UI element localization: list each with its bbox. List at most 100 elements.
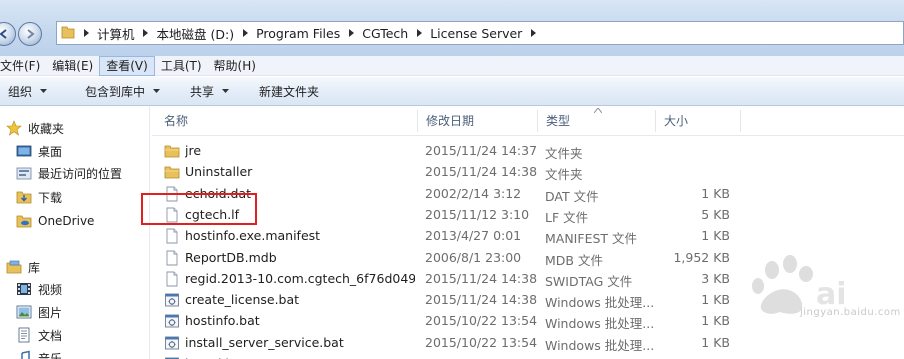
nav-pictures-label: 图片: [38, 305, 63, 320]
breadcrumb-cgtech[interactable]: CGTech: [358, 26, 412, 41]
folder-icon: [164, 143, 180, 159]
column-header-size[interactable]: 大小: [656, 106, 740, 136]
column-header-date[interactable]: 修改日期: [418, 106, 538, 136]
file-row[interactable]: jre 2015/11/24 14:37 文件夹: [152, 141, 904, 162]
column-divider[interactable]: [740, 110, 741, 132]
nav-music[interactable]: 音乐: [16, 347, 62, 359]
address-bar[interactable]: 计算机 本地磁盘 (D:) Program Files CGTech Licen…: [56, 21, 904, 45]
music-icon: [16, 350, 32, 359]
nav-libraries-label: 库: [28, 260, 41, 275]
menu-file[interactable]: 文件(F): [0, 56, 46, 76]
desktop-icon: [16, 143, 32, 159]
recent-places-icon: [16, 165, 32, 181]
file-size: 5 KB: [701, 206, 730, 222]
file-icon: [164, 271, 180, 287]
file-size: 1,952 KB: [673, 249, 730, 265]
file-name: ReportDB.mdb: [185, 249, 277, 265]
menu-edit[interactable]: 编辑(E): [46, 56, 99, 76]
file-icon: [164, 228, 180, 244]
breadcrumb-license-server[interactable]: License Server: [426, 26, 526, 41]
include-in-library-button[interactable]: 包含到库中: [77, 77, 168, 106]
command-bar: 组织 包含到库中 共享 新建文件夹: [0, 77, 904, 106]
file-type: DAT 文件: [545, 188, 599, 204]
menu-tools[interactable]: 工具(T): [155, 56, 208, 76]
file-name: create_license.bat: [185, 292, 300, 308]
downloads-folder-icon: [16, 189, 32, 205]
highlight-annotation: [141, 193, 257, 225]
back-arrow-icon: [0, 29, 7, 39]
file-row[interactable]: regid.2013-10.com.cgtech_6f76d049-... 201…: [152, 269, 904, 290]
breadcrumb-separator-icon[interactable]: [344, 22, 358, 44]
nav-desktop[interactable]: 桌面: [16, 140, 62, 162]
file-row[interactable]: ReportDB.mdb 2006/8/1 23:00 MDB 文件 1,952 KB: [152, 248, 904, 269]
nav-downloads[interactable]: 下载: [16, 186, 62, 208]
nav-pictures[interactable]: 图片: [16, 301, 62, 323]
file-list: 名称 修改日期 类型 大小 jre 2015/11/24 14:37 文件夹 Unin…: [152, 106, 904, 359]
file-name: jre: [185, 143, 202, 158]
breadcrumb-separator-icon[interactable]: [412, 22, 426, 44]
organize-button[interactable]: 组织: [0, 77, 55, 106]
chevron-down-icon: [153, 89, 161, 93]
file-row[interactable]: create_license.bat 2015/11/24 14:38 Window…: [152, 290, 904, 311]
breadcrumb-local-disk[interactable]: 本地磁盘 (D:): [153, 24, 239, 43]
folder-icon: [61, 24, 75, 43]
nav-desktop-label: 桌面: [38, 144, 63, 159]
breadcrumb-separator-icon[interactable]: [139, 22, 153, 44]
file-row[interactable]: hostinfo.bat 2015/10/22 13:54 Windows 批处理.…: [152, 311, 904, 332]
nav-recent[interactable]: 最近访问的位置: [16, 162, 122, 184]
file-type: SWIDTAG 文件: [545, 273, 633, 289]
file-icon: [164, 250, 180, 266]
breadcrumb-computer[interactable]: 计算机: [93, 24, 139, 43]
file-type: LF 文件: [545, 209, 589, 225]
file-row[interactable]: Uninstaller 2015/11/24 14:38 文件夹: [152, 162, 904, 183]
back-button[interactable]: [0, 22, 16, 46]
column-header-name[interactable]: 名称: [156, 106, 418, 136]
file-type: Windows 批处理...: [545, 316, 655, 332]
file-size: 1 KB: [701, 228, 730, 244]
nav-documents-label: 文档: [38, 328, 63, 343]
new-folder-button[interactable]: 新建文件夹: [251, 77, 327, 106]
breadcrumb-program-files[interactable]: Program Files: [252, 26, 344, 41]
libraries-icon: [6, 259, 22, 275]
file-row[interactable]: lmgrd.bat2015/10/22 13:54Windows 批处理...1…: [152, 354, 904, 359]
file-date: 2015/11/24 14:38: [425, 292, 538, 308]
share-button[interactable]: 共享: [182, 77, 237, 106]
nav-onedrive[interactable]: OneDrive: [16, 210, 94, 232]
file-type: 文件夹: [545, 146, 583, 161]
file-size: 1 KB: [701, 334, 730, 350]
file-row[interactable]: cgtech.lf 2015/11/12 3:10 LF 文件 5 KB: [152, 205, 904, 226]
share-label: 共享: [190, 84, 215, 99]
nav-videos[interactable]: 视频: [16, 278, 62, 300]
organize-label: 组织: [8, 84, 33, 99]
file-type: Windows 批处理...: [545, 295, 655, 311]
breadcrumb-separator-icon[interactable]: [79, 22, 93, 44]
menu-view[interactable]: 查看(V): [99, 56, 155, 76]
file-date: 2015/11/24 14:38: [425, 164, 538, 180]
file-name: hostinfo.bat: [185, 313, 260, 329]
file-size: 1 KB: [701, 313, 730, 329]
file-row[interactable]: hostinfo.exe.manifest 2013/4/27 0:01 MANIF…: [152, 226, 904, 247]
nav-libraries[interactable]: 库: [6, 256, 40, 278]
file-name: regid.2013-10.com.cgtech_6f76d049-...: [185, 270, 415, 286]
column-header-type[interactable]: 类型: [538, 106, 656, 136]
file-row[interactable]: echoid.dat 2002/2/14 3:12 DAT 文件 1 KB: [152, 184, 904, 205]
star-icon: [6, 120, 22, 136]
nav-documents[interactable]: 文档: [16, 324, 62, 346]
breadcrumb-separator-icon[interactable]: [238, 22, 252, 44]
nav-favorites-label: 收藏夹: [28, 121, 65, 136]
video-icon: [16, 281, 32, 297]
folder-icon: [164, 164, 180, 180]
forward-button[interactable]: [18, 22, 42, 46]
nav-downloads-label: 下载: [38, 190, 63, 205]
file-row[interactable]: install_server_service.bat 2015/10/22 13:…: [152, 333, 904, 354]
menu-help[interactable]: 帮助(H): [208, 56, 262, 76]
file-type: MANIFEST 文件: [545, 231, 638, 247]
nav-videos-label: 视频: [38, 282, 63, 297]
breadcrumb-separator-icon[interactable]: [526, 22, 540, 44]
file-size: 1 KB: [701, 292, 730, 308]
navigation-pane: 收藏夹 桌面 最近访问的位置 下载 OneDrive 库 视频 图片 文档 音乐: [0, 106, 150, 359]
file-name: install_server_service.bat: [185, 334, 344, 350]
file-name: hostinfo.exe.manifest: [185, 228, 321, 244]
nav-favorites[interactable]: 收藏夹: [6, 117, 64, 139]
batch-file-icon: [164, 292, 180, 308]
